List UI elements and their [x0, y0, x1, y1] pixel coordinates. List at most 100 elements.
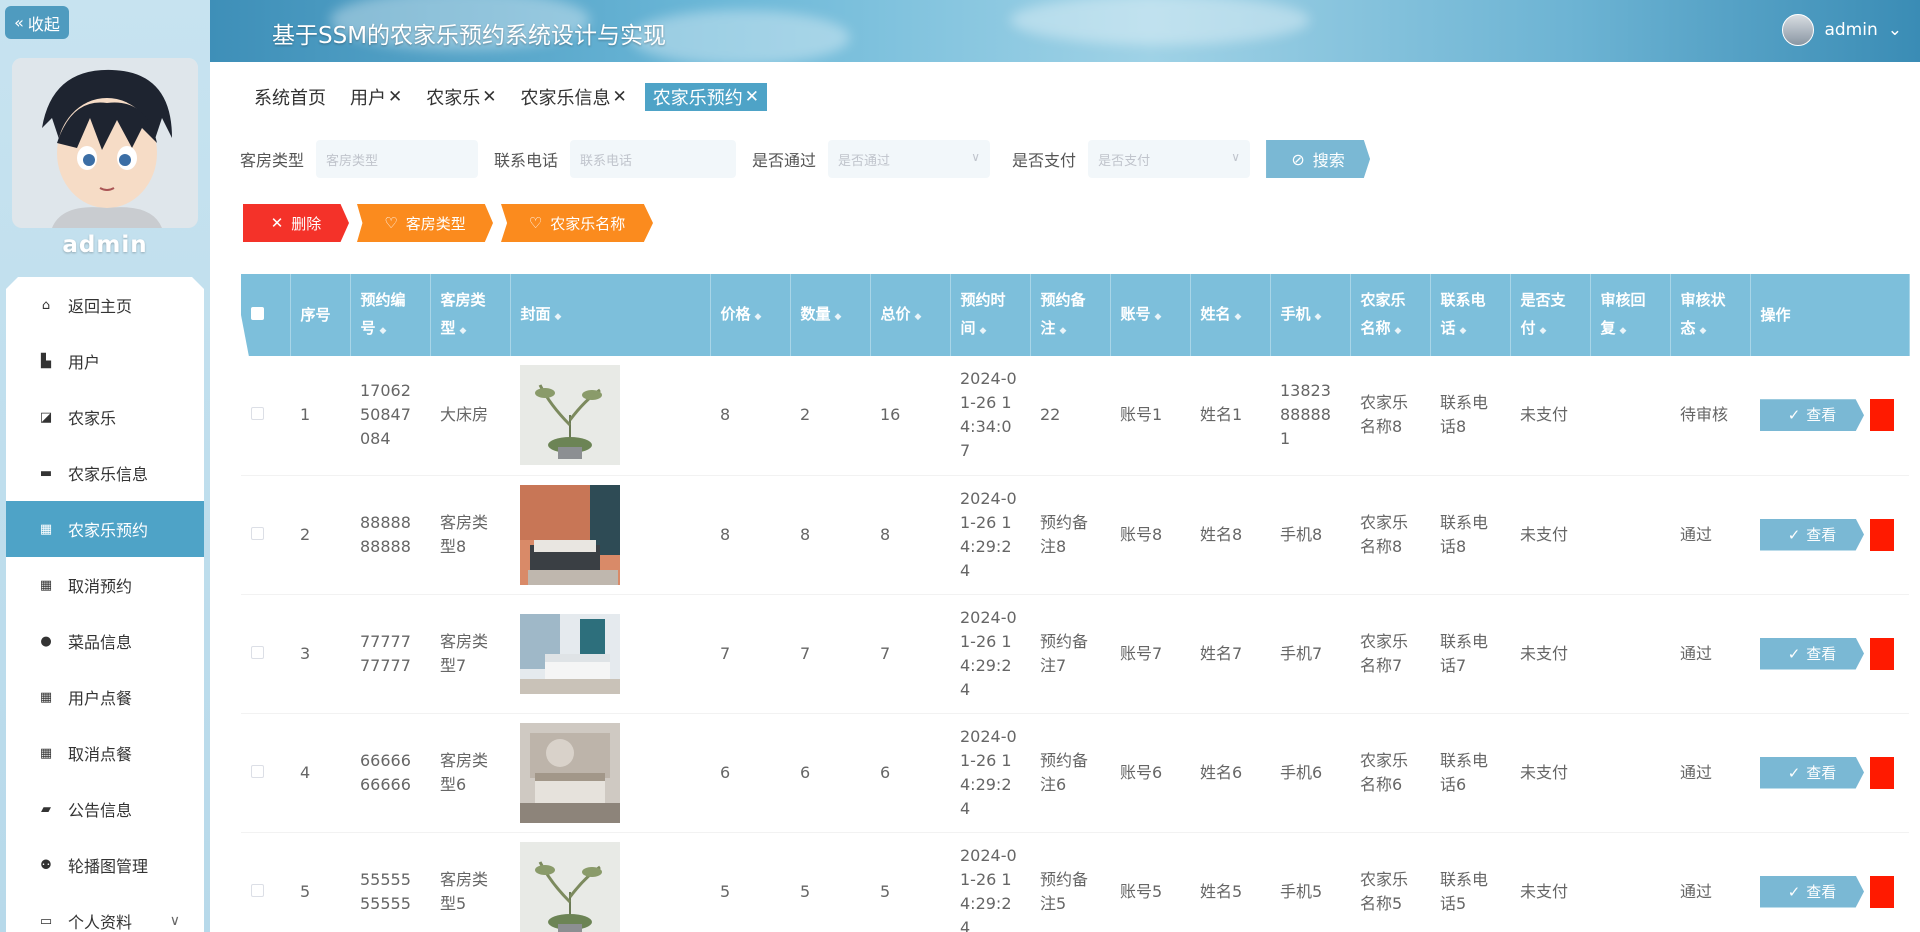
column-header-label: 价格	[720, 304, 751, 323]
sort-icon[interactable]: ◆	[835, 312, 842, 322]
close-icon[interactable]: ✕	[482, 87, 496, 107]
column-header[interactable]: 客房类型 ◆	[430, 274, 511, 356]
close-icon[interactable]: ✕	[745, 87, 759, 107]
row-select-cell[interactable]	[241, 713, 290, 833]
cell-farm: 农家乐名称8	[1350, 356, 1430, 476]
close-icon[interactable]: ✕	[388, 87, 402, 107]
sidebar-item-carousel[interactable]: ⚉ 轮播图管理	[6, 837, 204, 893]
sidebar-item-user-orders[interactable]: ▦ 用户点餐	[6, 669, 204, 725]
column-header[interactable]: 审核回复 ◆	[1590, 274, 1671, 356]
row-checkbox[interactable]	[251, 764, 264, 778]
row-delete-button[interactable]	[1870, 399, 1894, 432]
row-delete-button[interactable]	[1870, 518, 1894, 551]
sort-icon[interactable]: ◆	[555, 312, 562, 322]
tab-home[interactable]: 系统首页	[248, 82, 332, 112]
column-header[interactable]: 账号 ◆	[1110, 274, 1191, 356]
sort-icon[interactable]: ◆	[1155, 312, 1162, 322]
cell-status: 通过	[1670, 594, 1750, 714]
column-header[interactable]: 价格 ◆	[710, 274, 791, 356]
column-header[interactable]: 是否支付 ◆	[1510, 274, 1591, 356]
sidebar-item-home[interactable]: ⌂ 返回主页	[6, 277, 204, 333]
sort-icon[interactable]: ◆	[1395, 326, 1402, 336]
column-header[interactable]: 数量 ◆	[790, 274, 871, 356]
phone-input[interactable]: 联系电话	[570, 140, 737, 178]
delete-button[interactable]: ✕ 删除	[243, 204, 349, 242]
column-header[interactable]: 审核状态 ◆	[1670, 274, 1751, 356]
sort-icon[interactable]: ◆	[460, 326, 467, 336]
column-header[interactable]: 联系电话 ◆	[1430, 274, 1511, 356]
column-header[interactable]: 手机 ◆	[1270, 274, 1351, 356]
sort-icon[interactable]: ◆	[915, 312, 922, 322]
view-button[interactable]: ✓ 查看	[1760, 637, 1864, 670]
view-button[interactable]: ✓ 查看	[1760, 518, 1864, 551]
column-header[interactable]: 预约时间 ◆	[950, 274, 1031, 356]
sidebar-item-farm-booking[interactable]: ▦ 农家乐预约	[6, 501, 204, 557]
sidebar-item-users[interactable]: ▙ 用户	[6, 333, 204, 389]
row-checkbox[interactable]	[251, 883, 264, 897]
room-type-placeholder: 客房类型	[326, 153, 379, 169]
cover-cell	[510, 475, 710, 595]
sidebar-item-dishes[interactable]: ● 菜品信息	[6, 613, 204, 669]
row-select-cell[interactable]	[241, 356, 290, 476]
cell-note: 预约备注5	[1030, 832, 1110, 932]
row-select-cell[interactable]	[241, 475, 290, 595]
column-header[interactable]: 预约编号 ◆	[350, 274, 431, 356]
row-delete-button[interactable]	[1870, 756, 1894, 789]
sort-icon[interactable]: ◆	[1060, 326, 1067, 336]
column-header[interactable]: 农家乐名称 ◆	[1350, 274, 1431, 356]
cell-reply	[1590, 475, 1670, 595]
cell-time: 2024-01-26 14:29:24	[950, 713, 1030, 833]
room-type-stats-button[interactable]: ♡ 客房类型	[357, 204, 493, 242]
row-checkbox[interactable]	[251, 407, 264, 421]
column-header[interactable]: 姓名 ◆	[1190, 274, 1271, 356]
close-icon[interactable]: ✕	[613, 87, 627, 107]
sort-icon[interactable]: ◆	[1540, 326, 1547, 336]
sidebar-item-farm-info[interactable]: ▬ 农家乐信息	[6, 445, 204, 501]
sort-icon[interactable]: ◆	[380, 326, 387, 336]
sidebar-item-farm[interactable]: ◪ 农家乐	[6, 389, 204, 445]
farm-name-stats-button[interactable]: ♡ 农家乐名称	[501, 204, 653, 242]
view-button[interactable]: ✓ 查看	[1760, 399, 1864, 432]
cell-room-type: 客房类型8	[430, 475, 510, 595]
row-select-cell[interactable]	[241, 594, 290, 714]
approved-select[interactable]: 是否通过 ∨	[828, 140, 991, 178]
column-header[interactable]: 预约备注 ◆	[1030, 274, 1111, 356]
sidebar-item-cancel-orders[interactable]: ▦ 取消点餐	[6, 725, 204, 781]
sidebar-item-notices[interactable]: ▰ 公告信息	[6, 781, 204, 837]
cell-total: 5	[870, 832, 950, 932]
tab-users[interactable]: 用户 ✕	[344, 82, 408, 112]
view-button[interactable]: ✓ 查看	[1760, 756, 1864, 789]
sidebar-item-cancel-booking[interactable]: ▦ 取消预约	[6, 557, 204, 613]
tab-farm-booking[interactable]: 农家乐预约 ✕	[644, 83, 767, 111]
row-select-cell[interactable]	[241, 832, 290, 932]
cell-paid: 未支付	[1510, 356, 1590, 476]
select-all-cell[interactable]	[241, 274, 290, 356]
cell-farm: 农家乐名称6	[1350, 713, 1430, 833]
sort-icon[interactable]: ◆	[1315, 312, 1322, 322]
sort-icon[interactable]: ◆	[1700, 326, 1707, 336]
header-user-menu[interactable]: admin ⌄	[1782, 14, 1902, 46]
paid-select[interactable]: 是否支付 ∨	[1088, 140, 1251, 178]
sort-icon[interactable]: ◆	[1235, 312, 1242, 322]
column-header[interactable]: 总价 ◆	[870, 274, 951, 356]
collapse-button[interactable]: « 收起	[5, 6, 69, 39]
search-button[interactable]: ⊘ 搜索	[1266, 140, 1371, 178]
row-delete-button[interactable]	[1870, 875, 1894, 908]
sort-icon[interactable]: ◆	[1460, 326, 1467, 336]
tab-farm-info[interactable]: 农家乐信息 ✕	[515, 82, 633, 112]
select-all-checkbox[interactable]	[251, 307, 264, 320]
column-header[interactable]: 封面 ◆	[510, 274, 711, 356]
room-type-input[interactable]: 客房类型	[316, 140, 479, 178]
sort-icon[interactable]: ◆	[980, 326, 987, 336]
row-delete-button[interactable]	[1870, 637, 1894, 670]
row-checkbox[interactable]	[251, 645, 264, 659]
cell-qty: 2	[790, 356, 870, 476]
sort-icon[interactable]: ◆	[755, 312, 762, 322]
top-header: 基于SSM的农家乐预约系统设计与实现 admin ⌄	[210, 0, 1920, 62]
sort-icon[interactable]: ◆	[1620, 326, 1627, 336]
row-checkbox[interactable]	[251, 526, 264, 540]
view-button[interactable]: ✓ 查看	[1760, 875, 1864, 908]
sidebar-item-profile[interactable]: ▭ 个人资料 ∨	[6, 893, 204, 932]
cell-price: 6	[710, 713, 790, 833]
tab-farm[interactable]: 农家乐 ✕	[420, 82, 502, 112]
